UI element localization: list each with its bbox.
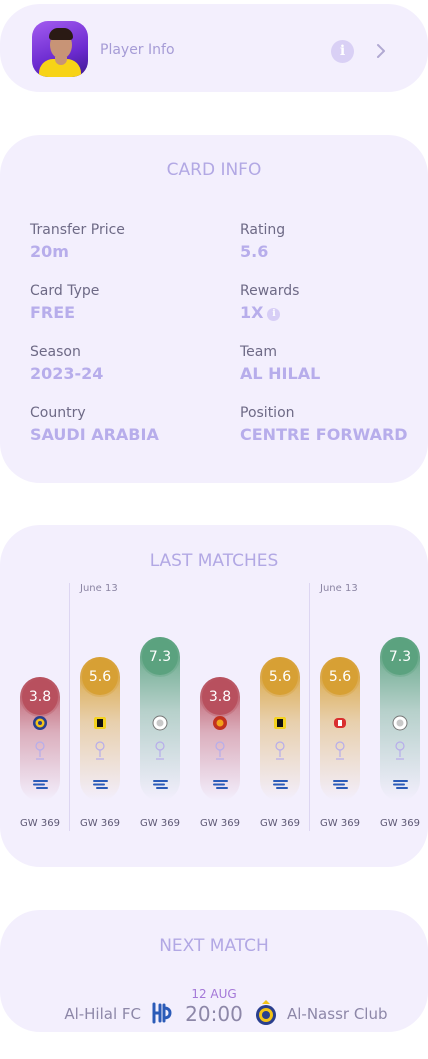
- trophy-icon: [155, 741, 165, 760]
- al-shabab-logo-icon: [392, 715, 408, 731]
- match-rating-value: 5.6: [82, 659, 118, 695]
- player-info-title: Player Info: [100, 42, 175, 58]
- gameweek-label: GW 369: [320, 818, 360, 829]
- position-label: Position: [240, 405, 295, 421]
- card-type-label: Card Type: [30, 283, 100, 299]
- al-hilal-logo-icon: [213, 780, 228, 789]
- match-rating-value: 3.8: [202, 679, 238, 715]
- date-divider: [309, 583, 310, 831]
- rating-value: 5.6: [240, 242, 269, 261]
- match-rating-value: 7.3: [382, 639, 418, 675]
- gameweek-label: GW 369: [200, 818, 240, 829]
- al-ittihad-logo-icon: [274, 717, 286, 729]
- rewards-label: Rewards: [240, 283, 300, 299]
- date-divider: [69, 583, 70, 831]
- season-label: Season: [30, 344, 81, 360]
- match-rating-bar[interactable]: 3.8: [200, 677, 240, 801]
- gameweek-label: GW 369: [380, 818, 420, 829]
- al-hilal-logo-icon: [333, 780, 348, 789]
- card-type-value: FREE: [30, 303, 76, 322]
- position-value: CENTRE FORWARD: [240, 425, 408, 444]
- match-rating-bar[interactable]: 7.3: [380, 637, 420, 801]
- player-avatar: [32, 21, 88, 77]
- al-hilal-logo-icon: [33, 780, 48, 789]
- al-nassr-logo-icon: [256, 1000, 276, 1025]
- next-match-date: 12 AUG: [191, 987, 237, 1001]
- al-hilal-logo-icon: [93, 780, 108, 789]
- match-rating-bar[interactable]: 3.8: [20, 677, 60, 801]
- al-ittihad-logo-icon: [94, 717, 106, 729]
- country-label: Country: [30, 405, 86, 421]
- transfer-price-value: 20m: [30, 242, 69, 261]
- player-info-card[interactable]: Player Info i: [0, 4, 428, 92]
- al-ettifaq-logo-icon: [334, 718, 346, 728]
- gameweek-label: GW 369: [80, 818, 120, 829]
- gameweek-label: GW 369: [20, 818, 60, 829]
- match-date-label: June 13: [80, 583, 118, 594]
- trophy-icon: [335, 741, 345, 760]
- match-date-label: June 13: [320, 583, 358, 594]
- al-hilal-logo-icon: [273, 780, 288, 789]
- match-rating-value: 3.8: [22, 679, 58, 715]
- transfer-price-label: Transfer Price: [30, 222, 125, 238]
- match-rating-bar[interactable]: 5.6: [320, 657, 360, 801]
- match-rating-bar[interactable]: 7.3: [140, 637, 180, 801]
- rewards-value-row: 1X i: [240, 303, 281, 322]
- away-team-name: Al-Nassr Club: [287, 1005, 388, 1023]
- gameweek-label: GW 369: [260, 818, 300, 829]
- last-matches-title: LAST MATCHES: [149, 551, 279, 571]
- chevron-right-icon[interactable]: [371, 41, 391, 61]
- country-value: SAUDI ARABIA: [30, 425, 159, 444]
- al-hilal-logo-icon: [393, 780, 408, 789]
- al-shabab-logo-icon: [152, 715, 168, 731]
- team-label: Team: [240, 344, 278, 360]
- match-rating-value: 5.6: [262, 659, 298, 695]
- trophy-icon: [95, 741, 105, 760]
- al-nassr-logo-icon: [33, 716, 47, 730]
- gameweek-label: GW 369: [140, 818, 180, 829]
- next-match-title: NEXT MATCH: [159, 936, 269, 956]
- match-rating-bar[interactable]: 5.6: [260, 657, 300, 801]
- season-value: 2023-24: [30, 364, 104, 383]
- info-icon[interactable]: i: [331, 40, 354, 63]
- card-info-title: CARD INFO: [166, 160, 262, 180]
- match-rating-value: 5.6: [322, 659, 358, 695]
- al-raed-logo-icon: [213, 716, 227, 730]
- rewards-info-icon[interactable]: i: [267, 308, 281, 321]
- rewards-value: 1X: [240, 303, 264, 322]
- trophy-icon: [275, 741, 285, 760]
- rating-label: Rating: [240, 222, 286, 238]
- trophy-icon: [215, 741, 225, 760]
- al-hilal-logo-icon: [153, 780, 168, 789]
- trophy-icon: [395, 741, 405, 760]
- team-value: AL HILAL: [240, 364, 321, 383]
- match-rating-value: 7.3: [142, 639, 178, 675]
- match-rating-bar[interactable]: 5.6: [80, 657, 120, 801]
- trophy-icon: [35, 741, 45, 760]
